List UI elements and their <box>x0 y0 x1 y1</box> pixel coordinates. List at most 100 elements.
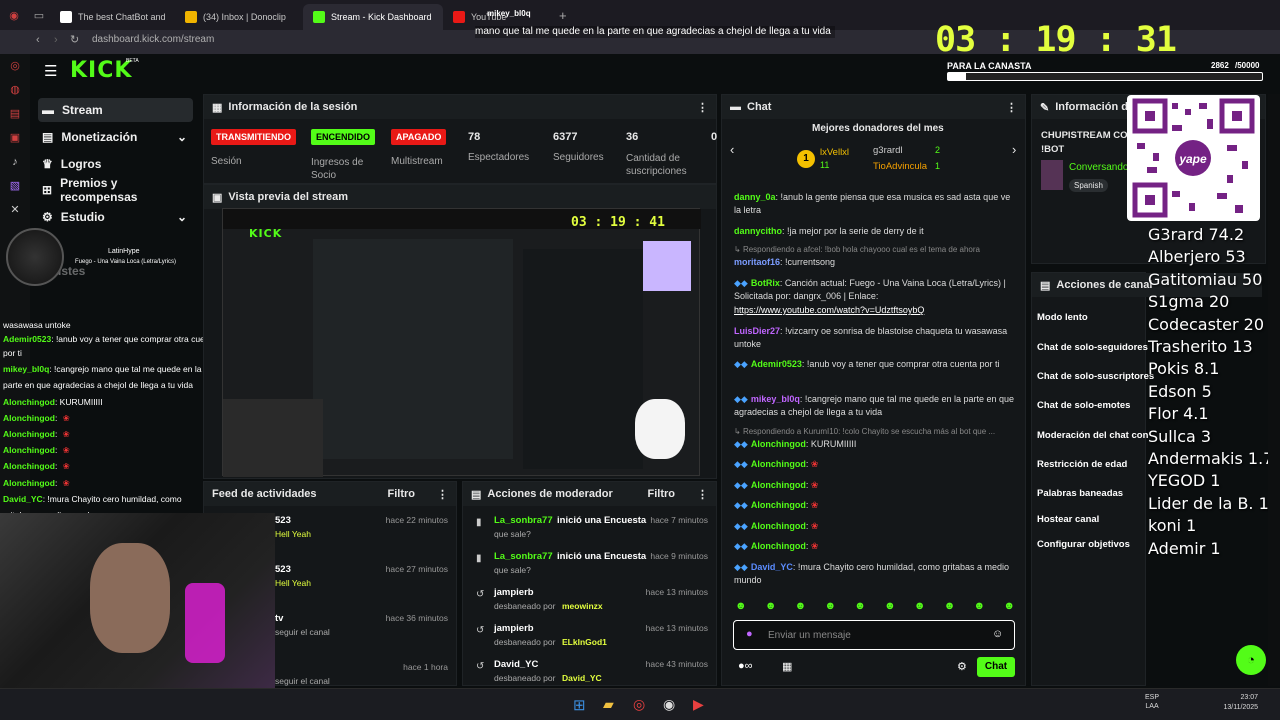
windows-start-icon[interactable]: ⊞ <box>573 696 586 714</box>
donor3-amount: 1 <box>935 161 941 171</box>
tiktok-icon[interactable]: ♪ <box>0 150 30 174</box>
channel-action-item[interactable]: Moderación del chat con <box>1037 430 1148 441</box>
emote-icon[interactable]: ☻ <box>884 600 896 616</box>
chat-username[interactable]: Alonchingod <box>751 480 806 490</box>
nav-logros[interactable]: ♛ Logros <box>38 152 193 176</box>
hamburger-icon[interactable]: ☰ <box>44 62 57 80</box>
emote-icon[interactable]: ☻ <box>735 600 747 616</box>
opera-icon[interactable]: ◎ <box>0 54 30 78</box>
kebab-icon[interactable]: ⋮ <box>697 101 708 114</box>
x-icon[interactable]: ✕ <box>0 198 30 222</box>
mod-action-time: hace 13 minutos <box>645 587 708 597</box>
kebab-icon[interactable]: ⋮ <box>1006 101 1017 114</box>
chat-username[interactable]: BotRix <box>751 278 780 288</box>
chat-username[interactable]: moritaof16 <box>734 257 780 267</box>
nav-stream[interactable]: ▬ Stream <box>38 98 193 122</box>
channel-action-item[interactable]: Chat de solo-suscriptores <box>1037 371 1154 382</box>
ranking-entry: Trasherito 13 <box>1148 337 1253 356</box>
goal-progress-fill <box>948 73 966 80</box>
chat-username[interactable]: David_YC <box>751 562 793 572</box>
twitch-icon[interactable]: ▧ <box>0 174 30 198</box>
emote-icon[interactable]: ☻ <box>944 600 956 616</box>
message-icon[interactable]: ▤ <box>0 102 30 126</box>
chat-username[interactable]: Alonchingod <box>751 541 806 551</box>
mod-action-user[interactable]: David_YC <box>494 659 538 670</box>
chat-input-box[interactable]: ● Enviar un mensaje ☺ <box>733 620 1015 650</box>
chat-username[interactable]: Alonchingod <box>751 521 806 531</box>
chat-link[interactable]: https://www.youtube.com/watch?v=Udztftso… <box>734 305 924 315</box>
activity-filter-button[interactable]: Filtro <box>388 488 416 500</box>
new-tab-icon[interactable]: + <box>553 8 567 23</box>
chat-username[interactable]: Alonchingod <box>751 439 806 449</box>
emote-icon[interactable]: ☻ <box>824 600 836 616</box>
channel-action-item[interactable]: Chat de solo-emotes <box>1037 400 1130 411</box>
mod-action-user[interactable]: La_sonbra77 <box>494 515 553 526</box>
emote-icon[interactable]: ☻ <box>795 600 807 616</box>
nav-premios[interactable]: ⊞ Premios y recompensas <box>38 176 193 204</box>
opera-taskbar-icon[interactable]: ◎ <box>633 696 645 713</box>
chat-username[interactable]: Ademir0523 <box>751 359 802 369</box>
gift-icon[interactable]: ▦ <box>782 660 792 673</box>
nav-monetizacion[interactable]: ▤ Monetización ⌄ <box>38 125 193 149</box>
back-icon[interactable]: ‹ <box>36 34 40 46</box>
chat-username[interactable]: dannycitho <box>734 226 782 236</box>
chat-username[interactable]: Alonchingod <box>751 500 806 510</box>
url-input[interactable]: dashboard.kick.com/stream <box>92 34 452 50</box>
kebab-icon[interactable]: ⋮ <box>697 488 708 501</box>
channel-action-item[interactable]: Restricción de edad <box>1037 459 1127 470</box>
overlay-chat-user: Alonchingod <box>3 396 55 407</box>
subs-count: 36 <box>626 131 639 143</box>
mic-icon[interactable]: ● <box>746 628 753 640</box>
forward-icon[interactable]: › <box>54 34 58 46</box>
chat-input[interactable]: Enviar un mensaje <box>768 630 851 641</box>
mod-action-user[interactable]: La_sonbra77 <box>494 551 553 562</box>
chat-username[interactable]: danny_0a <box>734 192 776 202</box>
emote-icon[interactable]: ☻ <box>1003 600 1015 616</box>
browser-menu-icon[interactable]: ◉ <box>0 9 28 22</box>
emote-icon[interactable]: ☻ <box>765 600 777 616</box>
emote-icon[interactable]: ☻ <box>974 600 986 616</box>
nav-estudio[interactable]: ⚙ Estudio ⌄ <box>38 205 193 229</box>
channel-action-item[interactable]: Configurar objetivos <box>1037 539 1130 550</box>
emote-icon[interactable]: ☻ <box>854 600 866 616</box>
tab-chatbot[interactable]: The best ChatBot and <box>50 4 175 30</box>
mod-filter-button[interactable]: Filtro <box>648 488 676 500</box>
emoji-icon[interactable]: ☺ <box>992 628 1003 640</box>
language-indicator[interactable]: ESP LAA <box>1145 693 1159 711</box>
mod-action-user[interactable]: jampierb <box>494 587 534 598</box>
mod-action-by[interactable]: ELkInGod1 <box>562 637 607 647</box>
points-icon[interactable]: ●∞ <box>738 660 753 672</box>
emote-icon[interactable]: ☻ <box>914 600 926 616</box>
chat-username[interactable]: mikey_bl0q <box>751 394 800 404</box>
chat-username[interactable]: Alonchingod <box>751 459 806 469</box>
kebab-icon[interactable]: ⋮ <box>437 488 448 501</box>
chevron-left-icon[interactable]: ‹ <box>730 142 734 157</box>
file-explorer-icon[interactable]: ▰ <box>603 696 614 713</box>
instagram-icon[interactable]: ▣ <box>0 126 30 150</box>
mod-action-user[interactable]: jampierb <box>494 623 534 634</box>
tab-kick-dashboard[interactable]: Stream - Kick Dashboard <box>303 4 443 30</box>
chat-username[interactable]: LuisDier27 <box>734 326 780 336</box>
obs-icon[interactable]: ◉ <box>663 696 675 713</box>
system-clock[interactable]: 23:07 13/11/2025 <box>1218 693 1258 713</box>
kick-logo[interactable]: KICK <box>70 58 132 83</box>
reload-icon[interactable]: ↻ <box>70 33 79 46</box>
category-name[interactable]: Conversando <box>1069 162 1128 173</box>
tab-overview-icon[interactable]: ▭ <box>28 9 50 22</box>
channel-action-item[interactable]: Chat de solo-seguidores <box>1037 342 1148 353</box>
app-icon[interactable]: ▶ <box>693 696 704 713</box>
send-chat-button[interactable]: Chat <box>977 657 1015 677</box>
live-status-badge: TRANSMITIENDO <box>211 129 296 145</box>
chat-text: !anub voy a tener que comprar otra cuent… <box>806 359 1000 369</box>
tab-donoclip[interactable]: (34) Inbox | Donoclip <box>175 4 303 30</box>
settings-icon[interactable]: ⚙ <box>957 660 967 673</box>
messenger-icon[interactable]: ◍ <box>0 78 30 102</box>
channel-action-item[interactable]: Modo lento <box>1037 312 1088 323</box>
channel-action-item[interactable]: Hostear canal <box>1037 514 1099 525</box>
channel-action-item[interactable]: Palabras baneadas <box>1037 488 1123 499</box>
stream-preview-video[interactable]: KICK 03 : 19 : 41 <box>222 208 701 477</box>
chevron-right-icon[interactable]: › <box>1012 142 1016 157</box>
mod-action-by[interactable]: meowinzx <box>562 601 603 611</box>
mod-action-by[interactable]: David_YC <box>562 673 602 683</box>
support-bubble-icon[interactable]: ◔ <box>1236 645 1266 675</box>
